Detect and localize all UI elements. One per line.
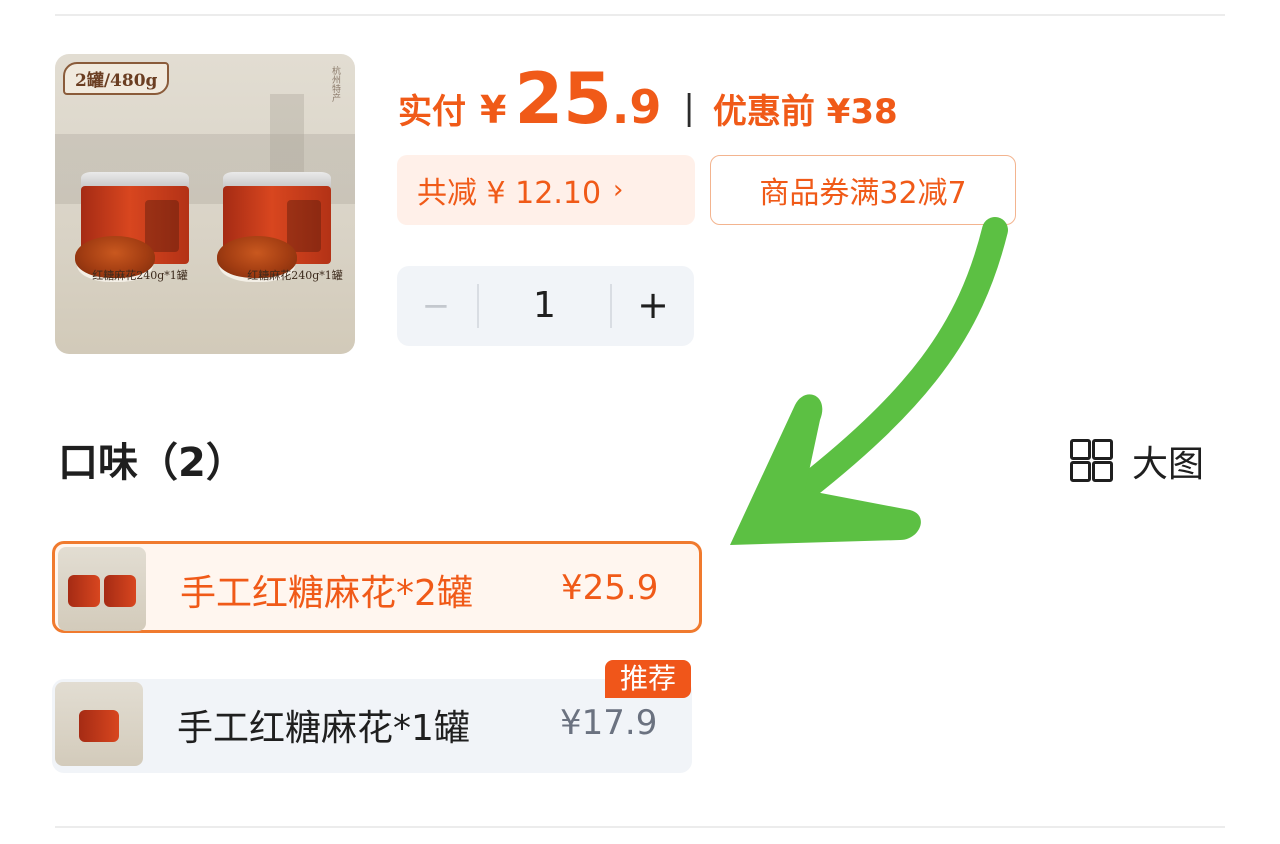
- product-image[interactable]: 2罐/480g 杭州特产 红糖麻花240g*1罐 红糖麻花240g*1罐: [55, 54, 355, 354]
- big-image-label: 大图: [1132, 444, 1205, 485]
- currency-symbol: ¥: [480, 88, 507, 132]
- flavor-option-2-jars[interactable]: 手工红糖麻花*2罐 ¥25.9: [52, 541, 702, 633]
- option-price: ¥17.9: [560, 703, 658, 743]
- quantity-value[interactable]: 1: [487, 282, 602, 330]
- top-divider: [55, 14, 1225, 16]
- option-thumbnail: [58, 547, 146, 631]
- decrease-button[interactable]: −: [417, 284, 455, 328]
- annotation-arrow-icon: [730, 217, 1008, 545]
- option-thumbnail: [55, 682, 143, 766]
- price-integer: 25: [514, 58, 612, 140]
- pay-label: 实付: [398, 92, 466, 132]
- flavor-section-title: 口味（2）: [58, 440, 246, 486]
- option-name: 手工红糖麻花*2罐: [180, 573, 473, 614]
- image-weight-badge: 2罐/480g: [63, 62, 170, 95]
- image-caption-left: 红糖麻花240g*1罐: [92, 269, 188, 282]
- recommended-badge: 推荐: [605, 660, 691, 698]
- image-caption-right: 红糖麻花240g*1罐: [247, 269, 343, 282]
- price-decimal: .9: [611, 80, 662, 134]
- option-name: 手工红糖麻花*1罐: [177, 708, 470, 749]
- price-row: 实付 ¥ 25 .9 | 优惠前 ¥38: [398, 58, 898, 140]
- price-separator: |: [683, 88, 695, 128]
- stepper-divider: [477, 284, 479, 328]
- flavor-option-1-jar[interactable]: 手工红糖麻花*1罐 ¥17.9: [52, 679, 692, 773]
- bottom-divider: [55, 826, 1225, 828]
- stepper-divider: [610, 284, 612, 328]
- original-price: 优惠前 ¥38: [712, 92, 898, 132]
- total-discount-text: 共减 ¥ 12.10: [417, 176, 602, 211]
- image-side-text: 杭州特产: [330, 66, 340, 102]
